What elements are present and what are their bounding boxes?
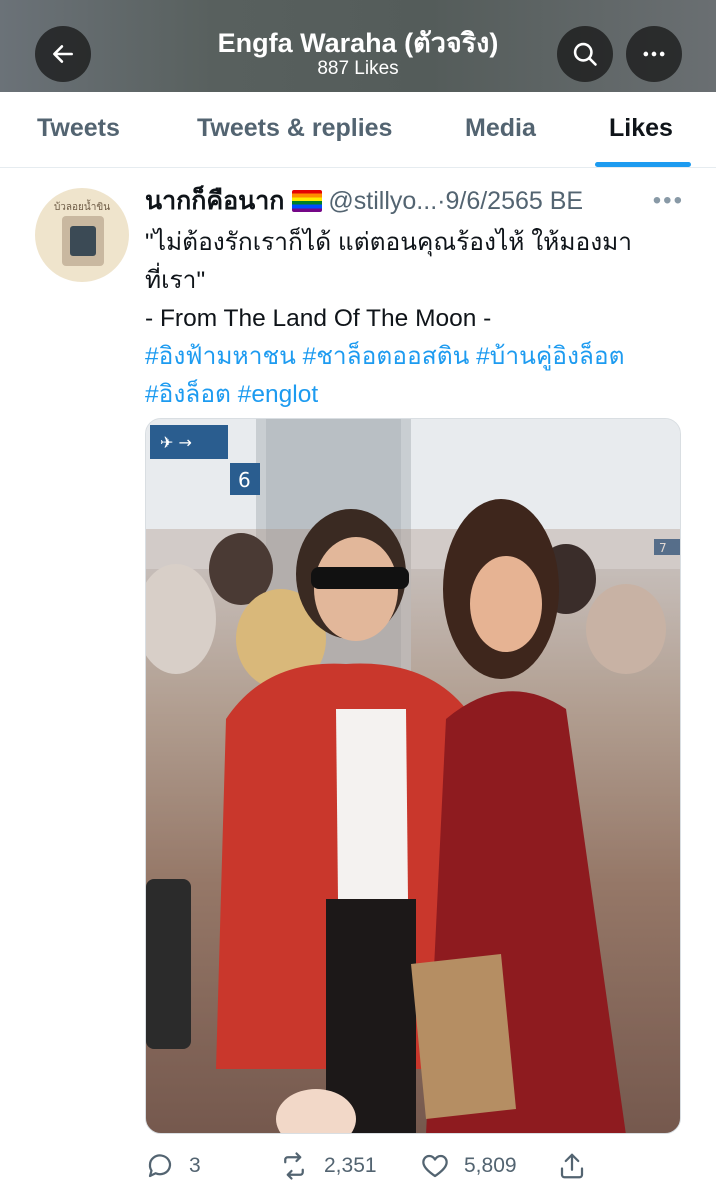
heart-icon <box>422 1154 448 1178</box>
profile-header: Engfa Waraha (ตัวจริง) 887 Likes <box>0 0 716 92</box>
more-horizontal-icon <box>643 51 665 57</box>
hashtag-link[interactable]: #บ้านคู่อิงล็อต <box>476 343 624 370</box>
author-name[interactable]: นากก็คือนาก <box>145 187 284 215</box>
photo-illustration: ✈ → 6 7 <box>146 419 680 1133</box>
tab-likes[interactable]: Likes <box>609 114 673 143</box>
reply-icon <box>148 1154 172 1178</box>
hashtag-line: #อิงล็อต #englot <box>145 376 690 414</box>
tab-tweets[interactable]: Tweets <box>37 114 120 143</box>
like-count: 5,809 <box>464 1154 517 1177</box>
rainbow-flag-icon <box>292 190 323 212</box>
reply-count: 3 <box>189 1154 201 1177</box>
tweet-date[interactable]: 9/6/2565 BE <box>445 187 583 215</box>
sign-number: 6 <box>238 468 251 492</box>
svg-text:✈ →: ✈ → <box>160 433 192 452</box>
tab-tweets-and-replies[interactable]: Tweets & replies <box>197 114 392 143</box>
share-button[interactable] <box>557 1146 601 1186</box>
tweet-line: "ไม่ต้องรักเราก็ได้ แต่ตอนคุณร้องไห้ ให้… <box>145 229 633 256</box>
more-button[interactable] <box>626 26 682 82</box>
tweet-text: "ไม่ต้องรักเราก็ได้ แต่ตอนคุณร้องไห้ ให้… <box>145 224 690 414</box>
profile-tabs: Tweets Tweets & replies Media Likes <box>0 92 716 168</box>
tweet-meta: นากก็คือนาก @stillyo...·9/6/2565 BE ••• <box>145 184 690 218</box>
hashtag-link[interactable]: #ชาล็อตออสติน <box>303 343 470 370</box>
search-button[interactable] <box>557 26 613 82</box>
share-icon <box>560 1153 584 1179</box>
tweet-photo[interactable]: ✈ → 6 7 <box>145 418 681 1134</box>
hashtag-link[interactable]: #อิงฟ้ามหาชน <box>145 343 296 370</box>
reply-button[interactable]: 3 <box>145 1146 201 1186</box>
retweet-icon <box>284 1152 304 1180</box>
tweet-line: ที่เรา" <box>145 267 206 294</box>
hashtag-link[interactable]: #englot <box>238 381 318 408</box>
hashtag-link[interactable]: #อิงล็อต <box>145 381 231 408</box>
author-handle[interactable]: @stillyo... <box>328 187 437 215</box>
tweet-line: - From The Land Of The Moon - <box>145 305 492 332</box>
avatar-image <box>62 216 104 266</box>
tweet-actions: 3 2,351 5,809 <box>145 1146 690 1186</box>
retweet-button[interactable]: 2,351 <box>278 1146 377 1186</box>
active-tab-indicator <box>595 162 691 167</box>
search-icon <box>573 42 597 66</box>
tab-media[interactable]: Media <box>465 114 536 143</box>
like-button[interactable]: 5,809 <box>420 1146 517 1186</box>
tweet-more-icon[interactable]: ••• <box>653 184 684 218</box>
retweet-count: 2,351 <box>324 1154 377 1177</box>
hashtag-line: #อิงฟ้ามหาชน #ชาล็อตออสติน #บ้านคู่อิงล็… <box>145 338 690 376</box>
avatar-text: บ้วลอยน้ำขิน <box>53 202 111 213</box>
avatar[interactable]: บ้วลอยน้ำขิน <box>35 188 129 282</box>
